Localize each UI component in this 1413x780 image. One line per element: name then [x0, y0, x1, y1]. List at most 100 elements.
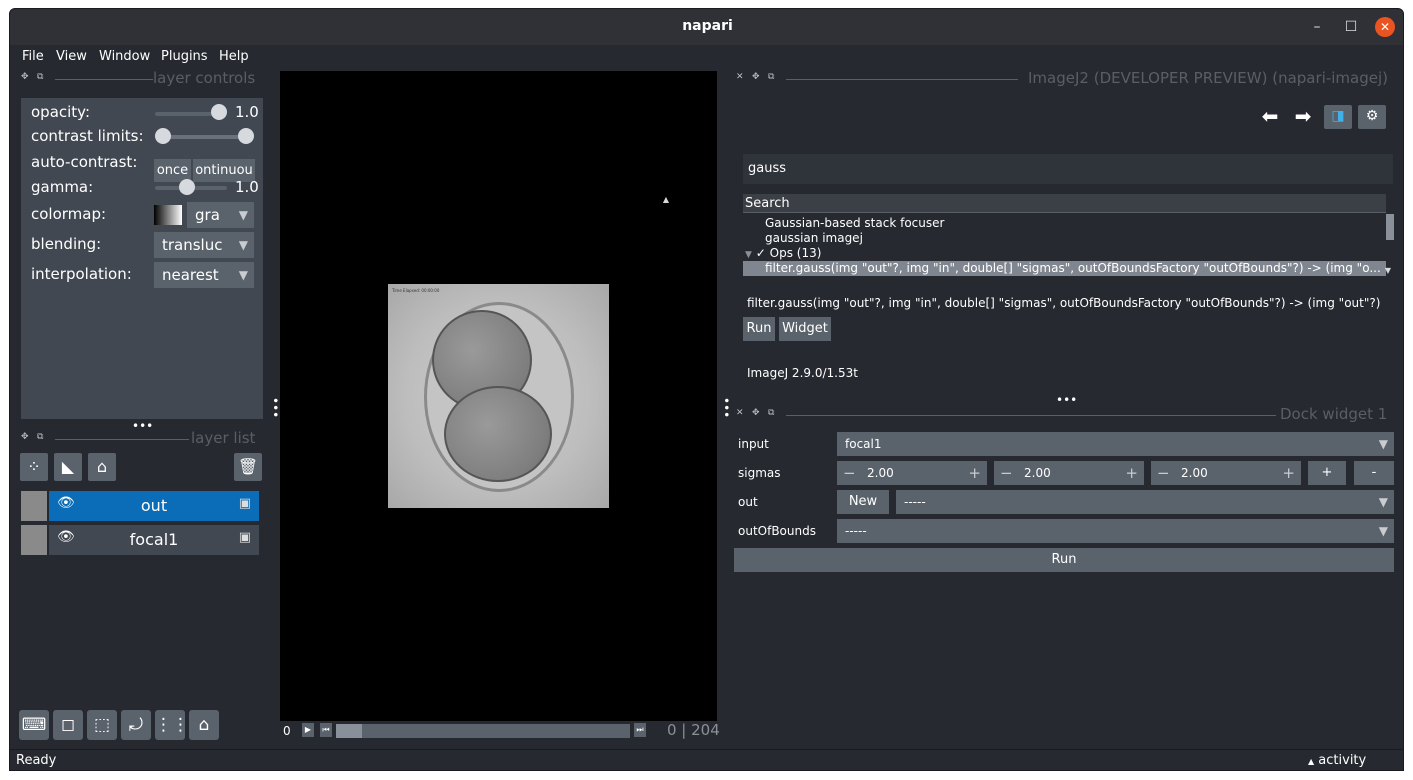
chevron-down-icon: ▼ [1378, 495, 1388, 509]
chevron-down-icon: ▼ [1378, 524, 1388, 538]
menu-window[interactable]: Window [99, 49, 150, 64]
status-bar: Ready ▲ activity [10, 749, 1403, 770]
chevron-down-icon: ▼ [238, 268, 248, 282]
menu-file[interactable]: File [22, 49, 44, 64]
minimize-button[interactable]: – [1307, 17, 1327, 37]
tree-header: Search [743, 194, 1386, 213]
undock-icon[interactable]: ⧉ [768, 408, 774, 418]
menu-help[interactable]: Help [219, 49, 249, 64]
minus-icon: − [1000, 464, 1013, 482]
undock-icon[interactable]: ⧉ [768, 72, 774, 82]
float-icon[interactable]: ✥ [21, 72, 29, 82]
result-filter-gauss[interactable]: filter.gauss(img "out"?, img "in", doubl… [743, 261, 1386, 276]
search-results-tree[interactable]: Search Gaussian-based stack focuser gaus… [743, 194, 1393, 279]
arrow-right-icon[interactable]: ➡ [1289, 105, 1317, 129]
imagej-gui-icon[interactable]: ◨ [1324, 105, 1352, 129]
undock-icon[interactable]: ⧉ [37, 72, 43, 82]
image-layer-icon: ▣ [238, 530, 251, 545]
opacity-value: 1.0 [235, 103, 259, 121]
frame-slider-track[interactable] [336, 724, 630, 738]
layer-thumbnail [21, 525, 47, 555]
frame-slider-handle[interactable] [336, 724, 362, 738]
checkmark-icon: ✓ [755, 246, 766, 260]
arrow-left-icon[interactable]: ⬅ [1256, 105, 1284, 129]
float-icon[interactable]: ✥ [21, 432, 29, 442]
frame-readout: 0 | 204 [667, 721, 720, 739]
sigma-0-spinbox[interactable]: −2.00 + [837, 461, 987, 485]
image-caption: Time Elapsed: 00:00:00 [392, 288, 440, 293]
menu-plugins[interactable]: Plugins [161, 49, 208, 64]
interpolation-dropdown[interactable]: nearest ▼ [154, 262, 254, 288]
delete-layer-button[interactable]: 🗑 [234, 453, 262, 481]
panel-splitter[interactable]: ••• [1056, 393, 1077, 407]
step-forward-button[interactable]: ⏭ [634, 723, 646, 737]
opacity-slider[interactable] [155, 112, 219, 116]
chevron-down-icon: ▼ [238, 208, 248, 222]
add-sigma-button[interactable]: + [1308, 461, 1346, 485]
gamma-slider-handle[interactable] [179, 179, 195, 195]
transpose-button[interactable]: ⤾ [121, 710, 151, 740]
opacity-slider-handle[interactable] [211, 104, 227, 120]
out-select[interactable]: ----- ▼ [896, 490, 1394, 514]
ndisplay-button[interactable]: ◻ [53, 710, 83, 740]
tree-scrollbar[interactable] [1386, 214, 1394, 240]
maximize-button[interactable]: ☐ [1341, 17, 1361, 37]
colormap-dropdown[interactable]: gra ▼ [187, 202, 254, 228]
search-input[interactable]: gauss [743, 154, 1393, 184]
home-button[interactable]: ⌂ [189, 710, 219, 740]
image-canvas[interactable]: Time Elapsed: 00:00:00 [280, 71, 717, 721]
dock-widget-title: Dock widget 1 [1280, 405, 1388, 423]
layer-list-header: ✥ ⧉ layer list [21, 429, 264, 447]
sigma-2-spinbox[interactable]: −2.00 + [1151, 461, 1301, 485]
sigmas-label: sigmas [738, 466, 781, 480]
layer-item-out[interactable]: 👁 out ▣ [21, 491, 259, 521]
sigma-1-spinbox[interactable]: −2.00 + [994, 461, 1144, 485]
layer-controls-panel: opacity: 1.0 contrast limits: auto-contr… [21, 98, 263, 419]
play-button[interactable]: ▶ [302, 723, 314, 737]
roll-dims-button[interactable]: ⬚ [87, 710, 117, 740]
close-button[interactable]: ✕ [1375, 17, 1395, 37]
new-output-button[interactable]: New [837, 490, 889, 514]
layer-list-title: layer list [191, 429, 256, 447]
float-icon[interactable]: ✥ [752, 72, 760, 82]
menu-view[interactable]: View [56, 49, 87, 64]
right-splitter[interactable]: ••• [719, 397, 733, 418]
embryo-cell-bottom [444, 386, 552, 482]
input-select[interactable]: focal1 ▼ [837, 432, 1394, 456]
activity-toggle[interactable]: ▲ activity [1308, 753, 1366, 768]
contrast-max-handle[interactable] [238, 128, 254, 144]
remove-sigma-button[interactable]: - [1354, 461, 1394, 485]
status-text: Ready [16, 753, 57, 768]
new-shapes-layer-button[interactable]: ◣ [54, 453, 82, 481]
close-icon[interactable]: ✕ [736, 72, 744, 82]
contrast-limits-slider[interactable] [161, 135, 247, 139]
grid-view-button[interactable]: ⋮⋮ [155, 710, 189, 740]
opacity-label: opacity: [31, 103, 91, 121]
layer-item-focal1[interactable]: 👁 focal1 ▣ [21, 525, 259, 555]
oob-select[interactable]: ----- ▼ [837, 519, 1394, 543]
result-stack-focuser[interactable]: Gaussian-based stack focuser [765, 216, 944, 231]
console-button[interactable]: ⌨ [19, 710, 49, 740]
blending-dropdown[interactable]: transluc ▼ [154, 232, 254, 258]
chevron-down-icon: ▼ [238, 238, 248, 252]
run-op-button[interactable]: Run [743, 317, 775, 341]
colormap-label: colormap: [31, 205, 107, 223]
napari-window: napari – ☐ ✕ File View Window Plugins He… [9, 8, 1404, 771]
dims-slider: 0 ▶ ⏮ ⏭ 0 | 204 [280, 721, 720, 743]
layer-name: focal1 [129, 530, 179, 549]
widget-button[interactable]: Widget [779, 317, 831, 341]
scroll-down-icon[interactable]: ▼ [1382, 265, 1394, 277]
scroll-up-icon[interactable]: ▲ [660, 194, 672, 206]
ops-node[interactable]: ▼ ✓ Ops (13) [745, 246, 821, 261]
float-icon[interactable]: ✥ [752, 408, 760, 418]
result-gaussian-imagej[interactable]: gaussian imagej [765, 231, 863, 246]
step-back-button[interactable]: ⏮ [320, 723, 332, 737]
contrast-min-handle[interactable] [155, 128, 171, 144]
run-button[interactable]: Run [734, 548, 1394, 572]
new-points-layer-button[interactable]: ⁘ [20, 453, 48, 481]
expand-arrow-icon: ▼ [745, 250, 752, 260]
settings-gear-icon[interactable]: ⚙ [1358, 105, 1386, 129]
close-icon[interactable]: ✕ [736, 408, 744, 418]
undock-icon[interactable]: ⧉ [37, 432, 43, 442]
new-labels-layer-button[interactable]: ⌂ [88, 453, 116, 481]
